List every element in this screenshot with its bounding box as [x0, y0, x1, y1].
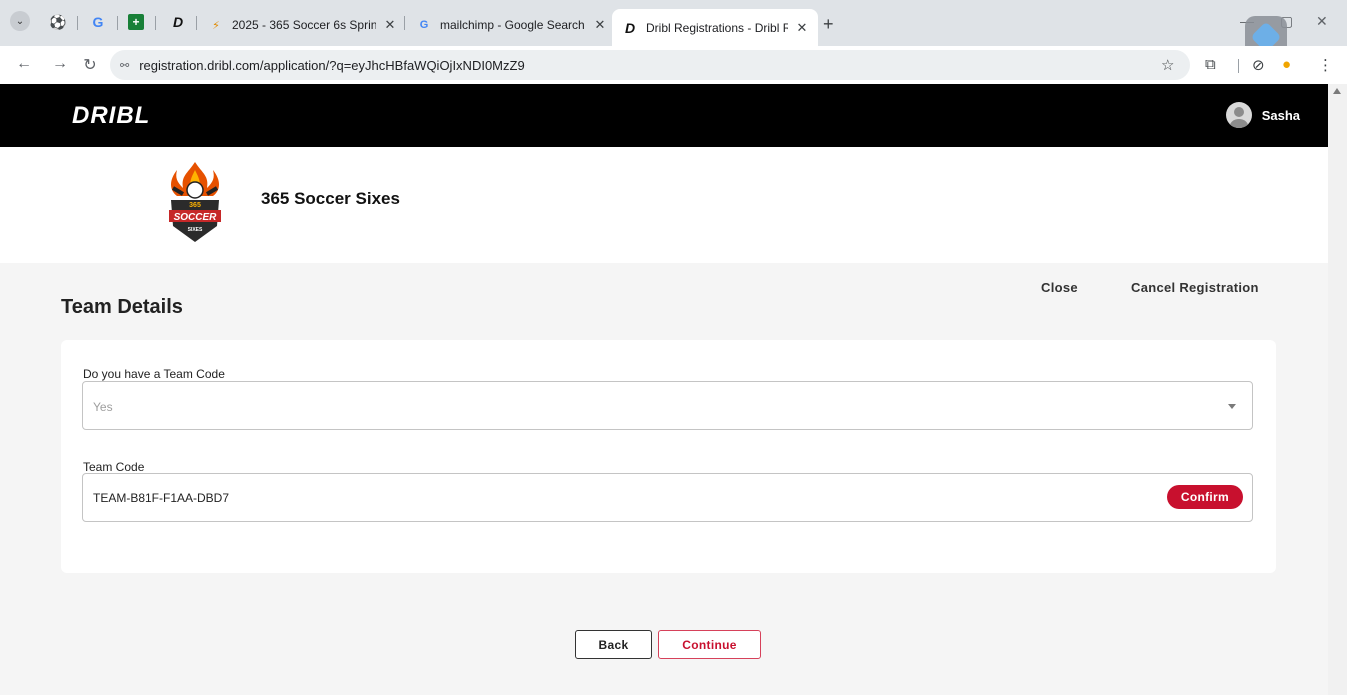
url-text[interactable]: registration.dribl.com/application/?q=ey… — [139, 58, 524, 73]
reload-icon[interactable]: ↻ — [80, 55, 100, 75]
page-scrollbar[interactable] — [1328, 84, 1347, 695]
svg-text:SIXES: SIXES — [188, 227, 203, 233]
kebab-menu-icon[interactable]: ⋮ — [1318, 56, 1333, 74]
tab-dribl-registrations[interactable]: D Dribl Registrations - Dribl Regis ✕ — [612, 9, 818, 46]
dribl-d-icon: D — [624, 19, 636, 36]
close-icon[interactable]: ✕ — [382, 17, 398, 33]
tab-separator — [77, 16, 78, 30]
tab-search-chevron-icon[interactable]: ⌄ — [10, 11, 30, 31]
select-value: Yes — [93, 400, 113, 414]
tab-title: mailchimp - Google Search — [440, 18, 585, 32]
continue-button[interactable]: Continue — [658, 630, 761, 659]
team-code-input[interactable]: TEAM-B81F-F1AA-DBD7 Confirm — [82, 473, 1253, 522]
new-tab-icon[interactable]: + — [823, 14, 834, 35]
profile-extension-icon[interactable]: ● — [1282, 56, 1291, 73]
team-code-label: Team Code — [83, 460, 145, 474]
extensions-puzzle-icon[interactable]: ⧉ — [1205, 56, 1216, 73]
cancel-registration-link[interactable]: Cancel Registration — [1131, 280, 1259, 295]
window-close-icon[interactable]: ✕ — [1316, 13, 1328, 30]
browser-tab-strip: ⌄ ⚽ G + D ⚡ 2025 - 365 Soccer 6s Spring … — [0, 0, 1347, 58]
site-info-icon[interactable]: ⚯ — [120, 59, 129, 72]
team-code-question-label: Do you have a Team Code — [83, 367, 225, 381]
confirm-button[interactable]: Confirm — [1166, 485, 1243, 509]
back-arrow-icon[interactable]: ← — [14, 55, 34, 73]
scroll-up-arrow-icon[interactable] — [1333, 88, 1341, 94]
toolbar-separator — [1238, 59, 1239, 73]
tab-title: 2025 - 365 Soccer 6s Spring Ent — [232, 18, 376, 32]
forward-arrow-icon[interactable]: → — [50, 55, 70, 73]
tab-spring-entry[interactable]: ⚡ 2025 - 365 Soccer 6s Spring Ent ✕ — [208, 9, 398, 41]
tab-separator — [404, 16, 405, 30]
organization-bar: 365 SOCCER SIXES 365 Soccer Sixes — [0, 147, 1328, 263]
browser-toolbar: ← → ↻ ⚯ registration.dribl.com/applicati… — [0, 46, 1347, 84]
organization-name: 365 Soccer Sixes — [261, 189, 400, 208]
dribl-d-icon[interactable]: D — [168, 12, 188, 32]
tab-separator — [117, 16, 118, 30]
bookmark-star-icon[interactable]: ☆ — [1161, 56, 1174, 74]
tab-mailchimp-search[interactable]: G mailchimp - Google Search ✕ — [416, 9, 608, 41]
address-bar[interactable]: ⚯ registration.dribl.com/application/?q=… — [110, 50, 1190, 80]
close-link[interactable]: Close — [1041, 280, 1078, 295]
avatar — [1225, 102, 1252, 128]
team-details-card: Do you have a Team Code Yes Team Code TE… — [61, 340, 1276, 573]
google-g-icon[interactable]: G — [88, 12, 108, 32]
soccer-sixes-logo: 365 SOCCER SIXES — [169, 162, 221, 242]
tab-separator — [196, 16, 197, 30]
team-code-question-select[interactable]: Yes — [82, 381, 1253, 430]
svg-text:365: 365 — [189, 202, 201, 209]
user-menu[interactable]: Sasha — [1225, 102, 1300, 128]
sheets-plus-icon[interactable]: + — [126, 12, 146, 32]
user-name: Sasha — [1261, 107, 1300, 123]
page-title: Team Details — [61, 296, 183, 318]
google-g-icon: G — [419, 19, 429, 31]
close-icon[interactable]: ✕ — [794, 20, 810, 36]
site-header: DRIBL Sasha — [0, 84, 1328, 147]
soccer-ball-icon[interactable]: ⚽ — [48, 12, 68, 32]
page-viewport: DRIBL Sasha 365 SOCCER SIXES 365 Soccer … — [0, 84, 1328, 695]
svg-text:SOCCER: SOCCER — [174, 212, 218, 223]
tab-separator — [155, 16, 156, 30]
dribl-logo[interactable]: DRIBL — [72, 102, 150, 130]
back-button[interactable]: Back — [575, 630, 652, 659]
team-code-value[interactable]: TEAM-B81F-F1AA-DBD7 — [93, 491, 229, 505]
close-icon[interactable]: ✕ — [592, 17, 608, 33]
performance-icon[interactable]: ⊘ — [1252, 56, 1265, 74]
chevron-down-icon[interactable] — [1228, 404, 1236, 409]
tab-title: Dribl Registrations - Dribl Regis — [646, 20, 788, 35]
spring-logo-icon: ⚡ — [212, 19, 220, 32]
